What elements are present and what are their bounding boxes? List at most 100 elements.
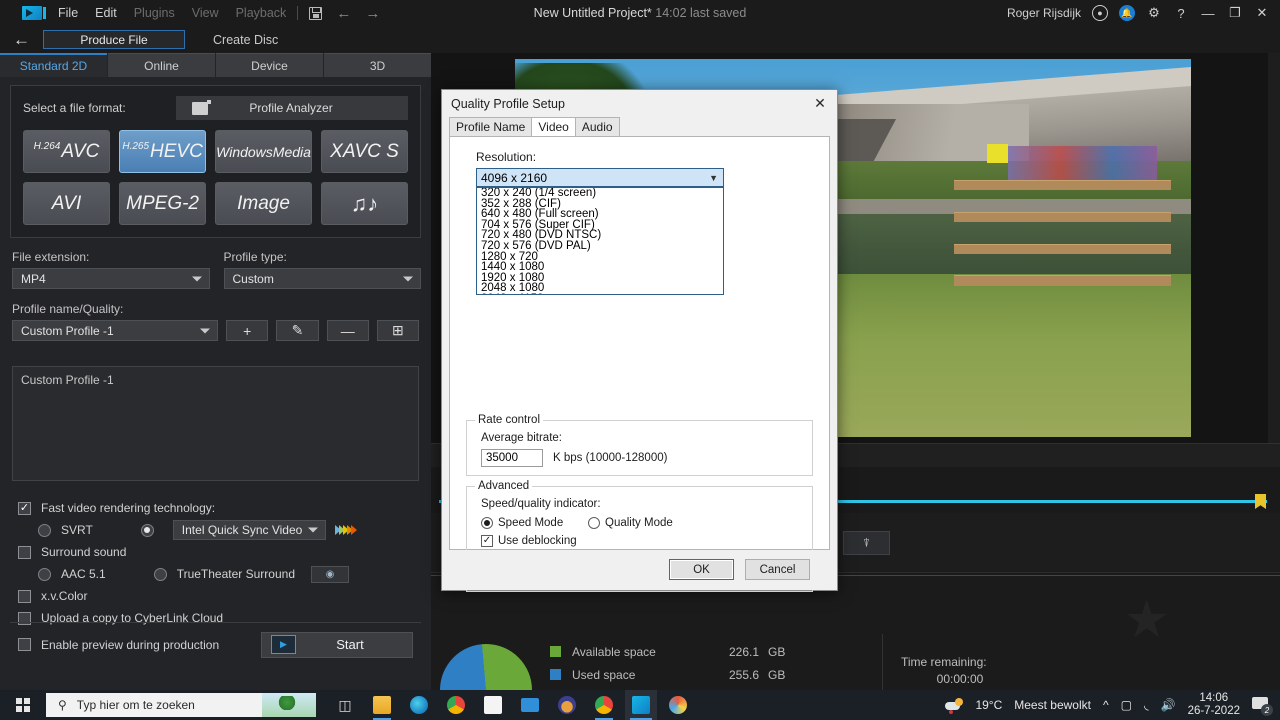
format-button-xavcs[interactable]: XAVC S [320, 130, 408, 173]
speed-mode-radio[interactable] [481, 517, 493, 529]
edit-profile-button[interactable]: ✎ [276, 320, 319, 341]
cancel-button[interactable]: Cancel [745, 559, 810, 580]
quicksync-select[interactable]: Intel Quick Sync Video [172, 520, 326, 540]
notification-center-icon[interactable]: 2 [1252, 697, 1273, 716]
menu-edit[interactable]: Edit [95, 6, 117, 20]
remove-profile-button[interactable]: — [326, 320, 369, 341]
search-placeholder: Typ hier om te zoeken [76, 698, 195, 712]
truetheater-radio[interactable] [153, 567, 167, 581]
surround-sound-row[interactable]: Surround sound [18, 541, 419, 563]
help-icon[interactable]: ? [1173, 6, 1189, 21]
track-tool-icon[interactable]: ⍒ [843, 531, 890, 555]
profile-type-select[interactable]: Custom [223, 268, 421, 289]
dialog-tab-audio[interactable]: Audio [574, 117, 620, 136]
legend-swatch [550, 646, 561, 657]
restore-button[interactable]: ❐ [1227, 5, 1243, 21]
resolution-option[interactable]: 320 x 240 (1/4 screen) [477, 188, 723, 199]
save-icon[interactable] [309, 6, 323, 20]
profile-name-select[interactable]: Custom Profile -1 [12, 320, 219, 341]
deblocking-checkbox[interactable]: ✓ [481, 535, 493, 547]
xvcolor-row[interactable]: x.v.Color [18, 585, 419, 607]
account-icon[interactable]: ● [1092, 5, 1108, 21]
format-button-windowsmedia[interactable]: WindowsMedia [215, 130, 312, 173]
wooden-pallets [954, 179, 1171, 286]
quicksync-radio[interactable] [140, 523, 154, 537]
format-button-mpeg2[interactable]: MPEG-2 [119, 182, 207, 225]
enable-preview-checkbox[interactable] [18, 638, 31, 651]
task-view-icon[interactable]: ◫ [329, 690, 361, 720]
output-tabs: Standard 2D Online Device 3D [0, 53, 431, 77]
resolution-dropdown-list[interactable]: 320 x 240 (1/4 screen) 352 x 288 (CIF) 640… [476, 187, 724, 295]
start-button[interactable]: ▶ Start [261, 631, 413, 658]
ok-button[interactable]: OK [669, 559, 734, 580]
wifi-icon[interactable]: ◟ [1144, 698, 1149, 712]
bitrate-input[interactable]: 35000 [481, 449, 543, 467]
file-extension-label: File extension: [12, 250, 90, 264]
preview-scrollbar[interactable] [1268, 53, 1280, 443]
tab-produce-file[interactable]: Produce File [43, 30, 185, 49]
volume-icon[interactable]: 🔊 [1161, 698, 1176, 712]
menu-file[interactable]: File [58, 6, 78, 20]
back-arrow-icon[interactable]: ← [13, 30, 35, 50]
fast-render-row[interactable]: ✓ Fast video rendering technology: [18, 497, 419, 519]
dialog-tabs: Profile Name Video Audio [449, 117, 837, 136]
powerdirector-icon[interactable] [625, 690, 657, 720]
minimize-button[interactable]: — [1200, 6, 1216, 21]
paint-icon[interactable] [662, 690, 694, 720]
quality-mode-radio[interactable] [588, 517, 600, 529]
tray-expand-icon[interactable]: ^ [1103, 698, 1109, 712]
fast-render-checkbox[interactable]: ✓ [18, 501, 31, 515]
tab-online[interactable]: Online [108, 53, 215, 77]
dialog-tab-profile-name[interactable]: Profile Name [449, 117, 533, 136]
truetheater-preview-icon[interactable]: ◉ [311, 565, 349, 583]
taskbar-search[interactable]: ⚲ Typ hier om te zoeken [46, 693, 316, 717]
chrome-icon[interactable] [440, 690, 472, 720]
profile-analyzer-button[interactable]: Profile Analyzer [176, 96, 408, 120]
format-button-audio[interactable]: ♫♪ [320, 182, 408, 225]
speed-mode-option[interactable]: Speed Mode [481, 517, 563, 529]
profile-details-button[interactable]: ⊞ [376, 320, 420, 341]
chrome-secondary-icon[interactable] [588, 690, 620, 720]
format-button-image[interactable]: Image [215, 182, 312, 225]
resolution-option[interactable]: 720 x 576 (DVD PAL) [477, 240, 723, 252]
file-extension-select[interactable]: MP4 [12, 268, 210, 289]
edge-icon[interactable] [403, 690, 435, 720]
notification-count: 2 [1261, 704, 1273, 716]
svrt-radio[interactable] [38, 523, 51, 537]
notification-bell-icon[interactable]: 🔔 [1119, 5, 1135, 21]
surround-sound-checkbox[interactable] [18, 545, 31, 559]
format-button-avi[interactable]: AVI [23, 182, 111, 225]
format-label: Image [237, 192, 290, 214]
dialog-tab-video[interactable]: Video [531, 117, 576, 136]
file-explorer-icon[interactable] [366, 690, 398, 720]
add-profile-button[interactable]: + [226, 320, 269, 341]
quality-profile-dialog: Quality Profile Setup ✕ Profile Name Vid… [441, 89, 838, 592]
dialog-footer: OK Cancel [442, 550, 837, 590]
tab-3d[interactable]: 3D [324, 53, 431, 77]
powerdirector-logo-icon [22, 6, 46, 20]
tab-create-disc[interactable]: Create Disc [213, 33, 278, 47]
mail-icon[interactable] [514, 690, 546, 720]
tab-device[interactable]: Device [216, 53, 323, 77]
speed-quality-label: Speed/quality indicator: [481, 498, 601, 510]
xvcolor-checkbox[interactable] [18, 589, 31, 603]
quality-mode-option[interactable]: Quality Mode [588, 517, 673, 529]
start-button-windows[interactable] [0, 698, 46, 712]
resolution-option[interactable]: 2048 x 1152 [477, 293, 723, 294]
format-button-avc[interactable]: H.264AVC [23, 130, 111, 173]
dialog-close-icon[interactable]: ✕ [803, 95, 837, 112]
aac51-radio[interactable] [38, 567, 51, 581]
analyzer-icon [192, 99, 211, 115]
tab-standard-2d[interactable]: Standard 2D [0, 53, 107, 77]
onedrive-icon[interactable]: ▢ [1121, 698, 1132, 712]
format-button-hevc[interactable]: H.265HEVC [119, 130, 207, 173]
clock[interactable]: 14:06 26-7-2022 [1188, 692, 1240, 718]
resolution-select[interactable]: 4096 x 2160 ▼ [476, 168, 724, 187]
format-label: AVI [51, 192, 82, 214]
timeline-marker[interactable] [1255, 494, 1266, 509]
microsoft-store-icon[interactable] [477, 690, 509, 720]
headphones-icon[interactable] [551, 690, 583, 720]
deblocking-option[interactable]: ✓ Use deblocking [481, 535, 577, 547]
close-button[interactable]: ✕ [1254, 5, 1270, 21]
settings-gear-icon[interactable]: ⚙ [1146, 5, 1162, 21]
